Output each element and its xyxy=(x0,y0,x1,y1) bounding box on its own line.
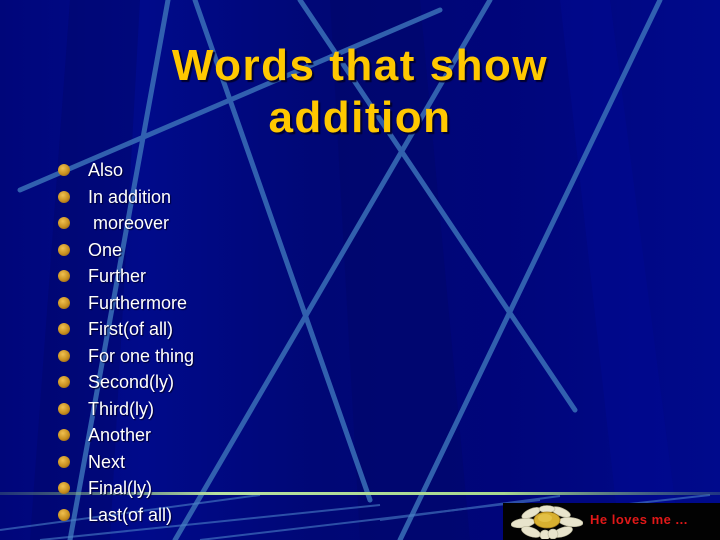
list-item-text: One xyxy=(88,239,123,260)
list-item-text: Furthermore xyxy=(88,292,188,313)
list-item-text: For one thing xyxy=(88,345,195,366)
title-line-1: Words that show xyxy=(171,41,549,90)
list-item: Furthermore xyxy=(58,290,194,317)
list-item: Further xyxy=(58,263,194,290)
gold-bullet-icon xyxy=(58,429,70,441)
list-item: First(of all) xyxy=(58,316,194,343)
gold-bullet-icon xyxy=(58,455,70,468)
list-item: Next xyxy=(58,449,194,476)
footer-banner: He loves me ... xyxy=(503,503,720,540)
list-item: Last(of all) xyxy=(58,502,194,529)
list-item: Another xyxy=(58,422,194,449)
list-item: Also xyxy=(58,157,194,184)
list-item-text: Further xyxy=(88,266,147,286)
list-item-text: First(of all) xyxy=(88,319,173,339)
list-item-text: Third(ly) xyxy=(88,398,154,419)
list-item: Second(ly) xyxy=(58,369,194,396)
list-item-text: Next xyxy=(88,451,126,472)
slide-title: Words that show addition xyxy=(120,40,600,144)
gold-bullet-icon xyxy=(58,296,70,309)
gold-bullet-icon xyxy=(58,482,70,494)
gold-bullet-icon xyxy=(58,349,70,362)
banner-text: He loves me ... xyxy=(590,512,688,527)
list-item-text: Also xyxy=(88,160,124,180)
list-item-text: Second(ly) xyxy=(88,372,175,392)
list-item-text: Final(ly) xyxy=(88,478,153,498)
gold-bullet-icon xyxy=(58,508,70,521)
list-item: Final(ly) xyxy=(58,475,194,502)
gold-bullet-icon xyxy=(58,376,70,388)
list-item: In addition xyxy=(58,184,194,211)
list-item: moreover xyxy=(58,210,194,237)
gold-bullet-icon xyxy=(58,164,70,176)
gold-bullet-icon xyxy=(58,217,70,229)
gold-bullet-icon xyxy=(58,190,70,203)
gold-bullet-icon xyxy=(58,323,70,335)
list-item-text: Last(of all) xyxy=(88,504,173,525)
list-item: One xyxy=(58,237,194,264)
list-item-text: Another xyxy=(88,425,152,445)
slide: Words that show addition Also In additio… xyxy=(0,0,720,540)
list-item-text: moreover xyxy=(88,213,170,233)
gold-bullet-icon xyxy=(58,270,70,282)
list-item-text: In addition xyxy=(88,186,172,207)
list-item: For one thing xyxy=(58,343,194,370)
title-line-2: addition xyxy=(268,93,452,142)
daisy-flower-icon xyxy=(511,505,583,539)
bullet-list: Also In addition moreover One Further Fu… xyxy=(58,157,194,528)
gold-bullet-icon xyxy=(58,243,70,256)
list-item: Third(ly) xyxy=(58,396,194,423)
gold-bullet-icon xyxy=(58,402,70,415)
